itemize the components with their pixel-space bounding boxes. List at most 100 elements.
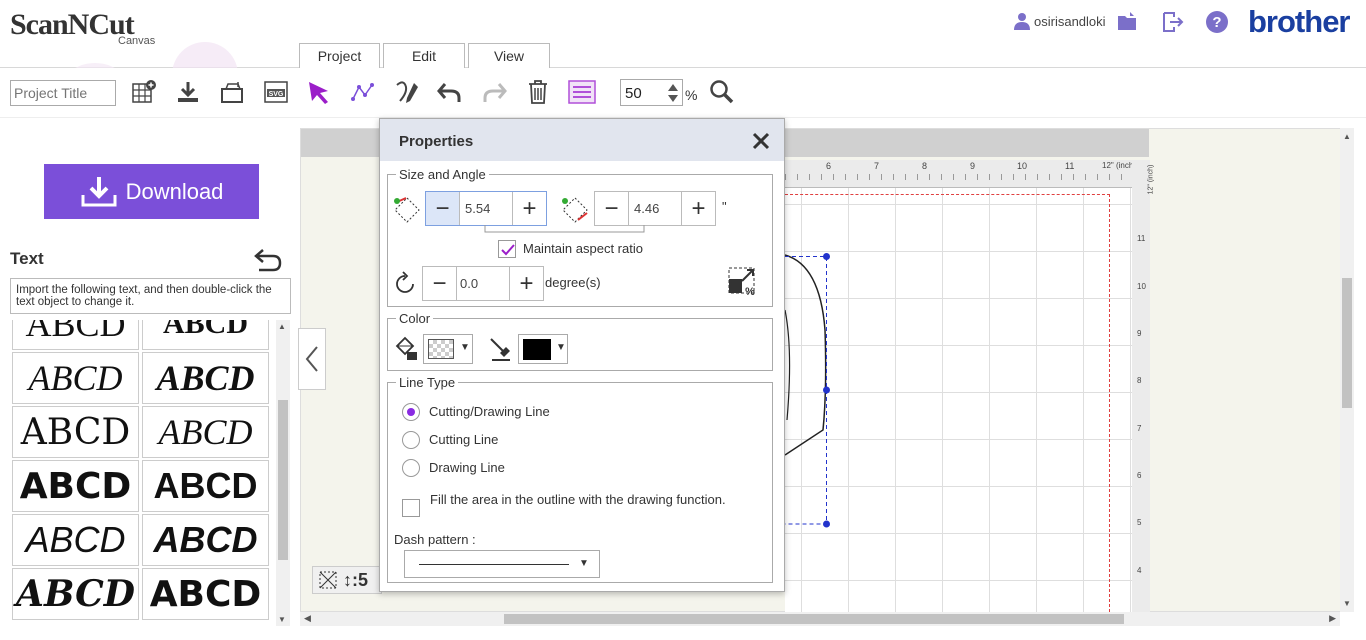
tab-view[interactable]: View bbox=[468, 43, 550, 68]
redo-button[interactable] bbox=[479, 77, 509, 107]
ruler-tick-label: 10 bbox=[1137, 282, 1146, 291]
zoom-input[interactable]: 50 bbox=[620, 79, 683, 106]
height-increase-button[interactable]: + bbox=[681, 192, 715, 225]
font-sample[interactable]: ABCD bbox=[142, 320, 269, 350]
username: osirisandloki bbox=[1034, 13, 1106, 29]
line-color-pen-icon bbox=[490, 338, 510, 361]
font-sample[interactable]: ABCD bbox=[142, 460, 269, 512]
font-sample[interactable]: ABCD bbox=[12, 514, 139, 566]
font-sample[interactable]: ABCD bbox=[142, 514, 269, 566]
scroll-down-icon[interactable]: ▼ bbox=[1343, 599, 1351, 608]
download-button[interactable]: Download bbox=[44, 164, 259, 219]
angle-decrease-button[interactable]: − bbox=[423, 267, 457, 300]
ruler-tick-label: 6 bbox=[1137, 471, 1142, 480]
properties-title: Properties bbox=[399, 133, 474, 150]
fill-color-dropdown[interactable]: ▼ bbox=[423, 334, 473, 364]
user-account[interactable]: osirisandloki bbox=[1014, 12, 1106, 30]
scrollbar-thumb[interactable] bbox=[278, 400, 288, 560]
angle-increase-button[interactable]: + bbox=[509, 267, 543, 300]
scale-percent-icon[interactable]: % bbox=[726, 265, 758, 297]
width-stepper[interactable]: − 5.54 + bbox=[425, 191, 547, 226]
radio-cutting-drawing-line[interactable] bbox=[402, 403, 420, 421]
ruler-tick-label: 9 bbox=[1137, 329, 1142, 338]
font-sample[interactable]: ABCD bbox=[12, 352, 139, 404]
scroll-down-icon[interactable]: ▼ bbox=[278, 615, 286, 624]
close-icon[interactable] bbox=[751, 131, 771, 151]
angle-stepper[interactable]: − 0.0 + bbox=[422, 266, 544, 301]
draw-tool-button[interactable] bbox=[392, 77, 422, 107]
toolbar: SVG bbox=[0, 68, 1366, 118]
ruler-right: 12" (inch) 11 10 9 8 7 6 5 4 bbox=[1132, 160, 1154, 612]
size-readout-value: ↕:5 bbox=[343, 569, 369, 590]
maintain-aspect-label: Maintain aspect ratio bbox=[523, 241, 643, 256]
dash-pattern-dropdown[interactable]: ▼ bbox=[404, 550, 600, 578]
download-toolbar-button[interactable] bbox=[173, 77, 203, 107]
height-resize-icon bbox=[562, 197, 588, 223]
width-decrease-button[interactable]: − bbox=[426, 192, 460, 225]
collapse-panel-button[interactable] bbox=[298, 328, 326, 390]
delete-button[interactable] bbox=[523, 77, 553, 107]
folder-open-icon[interactable] bbox=[1116, 10, 1140, 34]
scroll-up-icon[interactable]: ▲ bbox=[278, 322, 286, 331]
font-sample[interactable]: ABCD bbox=[142, 352, 269, 404]
return-arrow-icon[interactable] bbox=[253, 246, 283, 274]
width-value: 5.54 bbox=[465, 201, 491, 216]
font-sample[interactable]: ABCD bbox=[12, 320, 139, 350]
radio-cutting-line[interactable] bbox=[402, 431, 420, 449]
chevron-down-icon: ▼ bbox=[579, 558, 589, 569]
scroll-left-icon[interactable]: ◀ bbox=[304, 613, 311, 624]
scrollbar-thumb[interactable] bbox=[1342, 278, 1352, 408]
line-color-dropdown[interactable]: ▼ bbox=[518, 334, 568, 364]
zoom-search-button[interactable] bbox=[707, 77, 737, 107]
radio-drawing-line[interactable] bbox=[402, 459, 420, 477]
width-resize-icon bbox=[394, 197, 420, 223]
magnifier-icon bbox=[710, 80, 734, 104]
select-tool-button[interactable] bbox=[304, 77, 334, 107]
project-title-input[interactable] bbox=[10, 80, 116, 106]
option-drawing-line: Drawing Line bbox=[429, 460, 505, 475]
height-stepper[interactable]: − 4.46 + bbox=[594, 191, 716, 226]
ruler-ticks bbox=[785, 174, 1150, 188]
font-sample[interactable]: ABCD bbox=[12, 568, 139, 620]
ruler-tick-label: 12" (inch) bbox=[1147, 164, 1155, 195]
fill-color-swatch bbox=[428, 339, 454, 359]
line-color-swatch bbox=[523, 339, 551, 360]
maintain-aspect-checkbox[interactable] bbox=[498, 240, 516, 258]
size-readout: ↕:5 bbox=[312, 566, 382, 594]
fill-bucket-icon bbox=[395, 336, 417, 360]
zoom-unit: % bbox=[685, 87, 698, 103]
svg-import-button[interactable]: SVG bbox=[261, 77, 291, 107]
arrow-cursor-icon bbox=[309, 82, 328, 104]
node-edit-button[interactable] bbox=[348, 77, 378, 107]
angle-value: 0.0 bbox=[460, 276, 479, 291]
fill-area-checkbox[interactable] bbox=[402, 499, 420, 517]
undo-button[interactable] bbox=[435, 77, 465, 107]
font-list-scrollbar[interactable]: ▲ ▼ bbox=[276, 320, 290, 626]
properties-toggle-button[interactable] bbox=[567, 77, 597, 107]
scrollbar-thumb[interactable] bbox=[504, 614, 1124, 624]
font-sample[interactable]: ABCD bbox=[142, 568, 269, 620]
selected-shape[interactable] bbox=[785, 250, 835, 530]
width-increase-button[interactable]: + bbox=[512, 192, 546, 225]
chevron-left-icon bbox=[305, 346, 318, 372]
help-icon[interactable]: ? bbox=[1205, 10, 1229, 34]
trash-icon bbox=[529, 80, 547, 104]
canvas-vertical-scrollbar[interactable]: ▲ ▼ bbox=[1340, 128, 1354, 612]
font-sample[interactable]: ABCD bbox=[12, 460, 139, 512]
font-sample-grid: ABCD ABCD ABCD ABCD ABCD ABCD ABCD ABCD … bbox=[10, 320, 274, 626]
tab-edit[interactable]: Edit bbox=[383, 43, 465, 68]
add-grid-button[interactable] bbox=[129, 77, 159, 107]
logout-icon[interactable] bbox=[1160, 10, 1184, 34]
canvas-horizontal-scrollbar[interactable]: ◀ ▶ bbox=[300, 612, 1340, 626]
import-button[interactable] bbox=[217, 77, 247, 107]
tab-project[interactable]: Project bbox=[299, 43, 380, 68]
import-box-icon bbox=[221, 82, 243, 103]
zoom-stepper-icon[interactable] bbox=[666, 81, 680, 105]
option-cutting-drawing-line: Cutting/Drawing Line bbox=[429, 404, 550, 419]
option-cutting-line: Cutting Line bbox=[429, 432, 499, 447]
scroll-right-icon[interactable]: ▶ bbox=[1329, 613, 1336, 624]
font-sample[interactable]: ABCD bbox=[12, 406, 139, 458]
scroll-up-icon[interactable]: ▲ bbox=[1343, 132, 1351, 141]
height-decrease-button[interactable]: − bbox=[595, 192, 629, 225]
font-sample[interactable]: ABCD bbox=[142, 406, 269, 458]
